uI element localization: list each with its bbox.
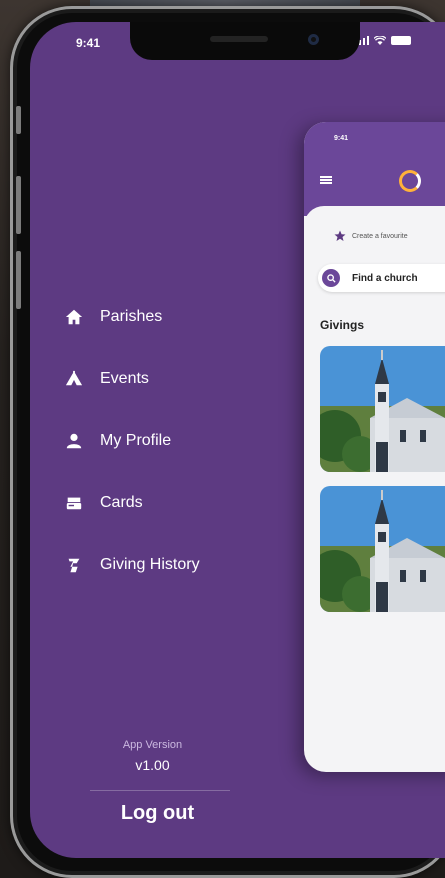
person-icon	[64, 431, 84, 451]
menu-item-label: Parishes	[100, 308, 163, 325]
hamburger-menu-icon[interactable]	[320, 176, 332, 184]
menu-item-events[interactable]: Events	[64, 364, 200, 394]
create-favourite-link[interactable]: Create a favourite	[334, 230, 408, 242]
status-icons	[355, 35, 411, 45]
menu-item-label: My Profile	[100, 432, 172, 449]
find-church-search[interactable]: Find a church	[318, 264, 445, 292]
menu-item-giving-history[interactable]: Giving History	[64, 550, 200, 580]
church-photo	[320, 346, 445, 472]
app-version-label: App Version	[122, 739, 183, 751]
logout-button[interactable]: Log out	[30, 802, 285, 825]
volume-down-button	[16, 251, 21, 309]
battery-icon	[391, 35, 411, 45]
favourite-text: Create a favourite	[352, 232, 408, 240]
mute-switch	[16, 106, 21, 134]
menu-item-parishes[interactable]: Parishes	[64, 302, 200, 332]
church-card[interactable]	[320, 486, 445, 612]
status-time: 9:41	[76, 36, 101, 50]
menu-item-my-profile[interactable]: My Profile	[64, 426, 200, 456]
app-logo	[399, 170, 421, 192]
menu-item-label: Cards	[100, 494, 143, 511]
volume-up-button	[16, 176, 21, 234]
search-icon	[322, 269, 340, 287]
menu-item-label: Events	[100, 370, 149, 387]
card-icon	[64, 493, 84, 513]
preview-header: 9:41	[304, 122, 445, 216]
star-icon	[334, 230, 346, 241]
home-icon	[64, 307, 84, 327]
menu-item-label: Giving History	[100, 556, 200, 573]
givings-section-title: Givings	[320, 318, 365, 332]
speaker-grille	[210, 36, 268, 42]
front-camera	[308, 34, 319, 45]
history-icon	[64, 555, 84, 575]
wifi-icon	[374, 35, 386, 45]
search-placeholder: Find a church	[352, 272, 418, 284]
preview-status-time: 9:41	[334, 135, 349, 142]
drawer-menu: Parishes Events My Profile Cards Giving …	[64, 302, 200, 612]
app-preview-panel[interactable]: 9:41 Create a favourite Find a church Gi…	[304, 122, 445, 772]
menu-item-cards[interactable]: Cards	[64, 488, 200, 518]
church-card[interactable]	[320, 346, 445, 472]
divider	[90, 790, 230, 791]
phone-screen: 9:41 Parishes Events My Profile Cards Gi…	[30, 22, 445, 858]
tent-icon	[64, 369, 84, 389]
preview-content-curve	[304, 206, 445, 230]
app-version-value: v1.00	[135, 757, 170, 773]
notch	[130, 22, 360, 60]
church-photo	[320, 486, 445, 612]
